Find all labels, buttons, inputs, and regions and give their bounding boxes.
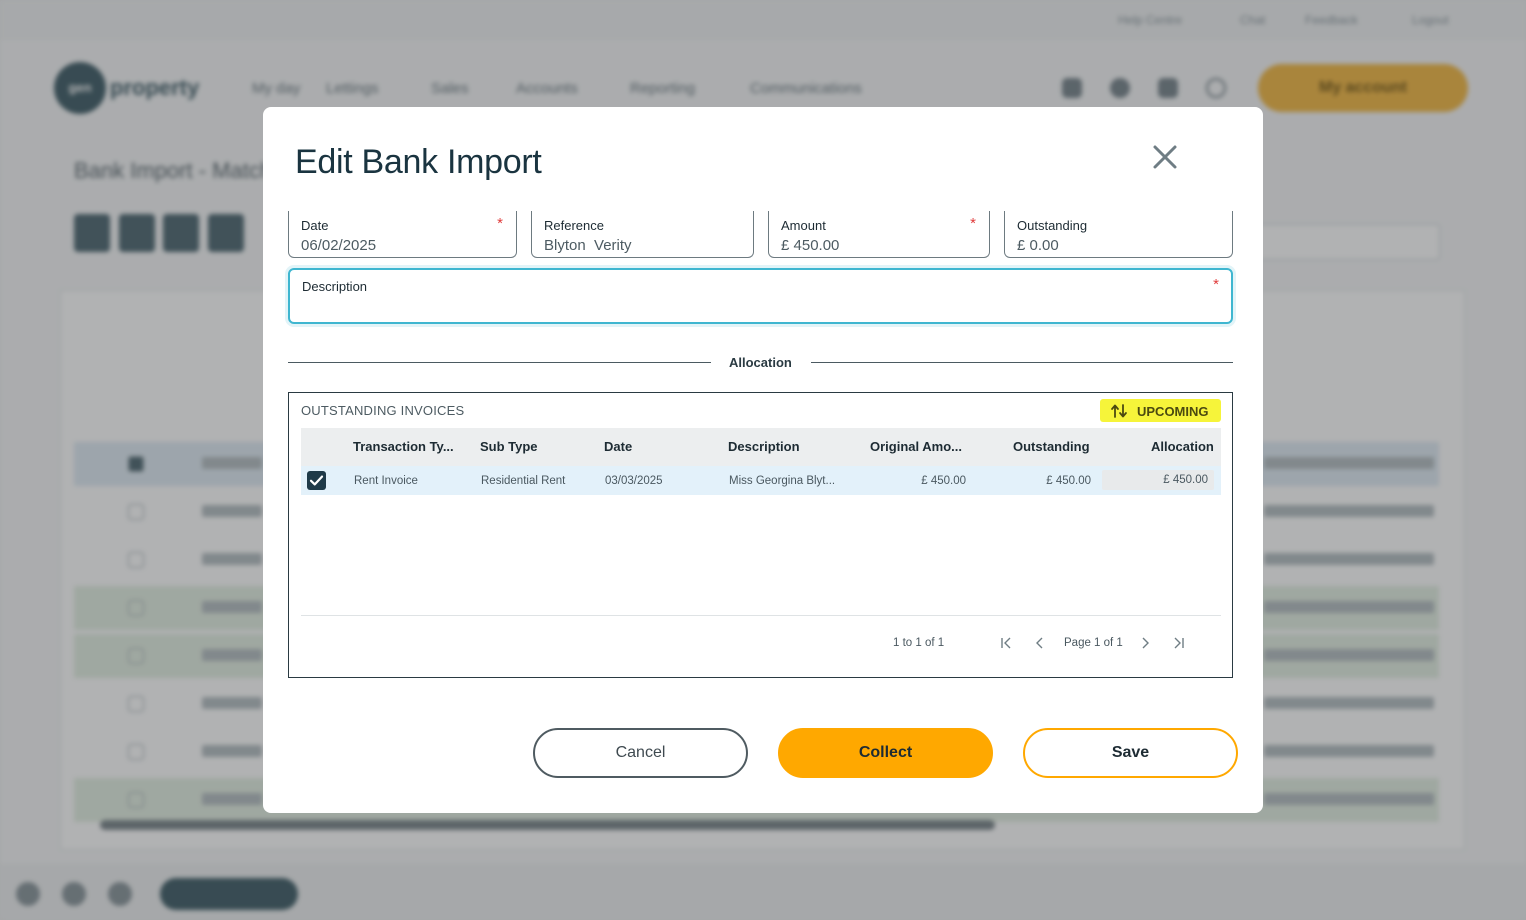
collect-button[interactable]: Collect — [778, 728, 993, 778]
column-original-amount[interactable]: Original Amo... — [870, 439, 962, 454]
column-allocation[interactable]: Allocation — [1151, 439, 1214, 454]
dialog-title: Edit Bank Import — [295, 143, 542, 181]
first-page-icon[interactable] — [999, 636, 1013, 650]
edit-bank-import-dialog: Edit Bank Import Date * 06/02/2025 Refer… — [263, 107, 1263, 813]
cell-outstanding: £ 450.00 — [1046, 475, 1091, 487]
required-mark: * — [970, 215, 976, 232]
upcoming-toggle[interactable]: UPCOMING — [1100, 399, 1221, 422]
pager-page-text: Page 1 of 1 — [1064, 637, 1123, 649]
pager-summary: 1 to 1 of 1 — [893, 637, 945, 649]
amount-value: £ 450.00 — [781, 237, 840, 254]
required-mark: * — [497, 215, 503, 232]
reference-label: Reference — [544, 218, 604, 233]
column-transaction-type[interactable]: Transaction Ty... — [353, 439, 454, 454]
next-page-icon[interactable] — [1138, 636, 1152, 650]
swap-arrows-icon — [1111, 404, 1127, 418]
close-icon[interactable] — [1151, 143, 1179, 171]
column-description[interactable]: Description — [728, 439, 800, 454]
cell-date: 03/03/2025 — [605, 475, 663, 487]
save-button[interactable]: Save — [1023, 728, 1238, 778]
cell-description: Miss Georgina Blyt... — [729, 475, 836, 487]
cell-sub-type: Residential Rent — [481, 475, 566, 487]
row-checkbox[interactable] — [307, 471, 326, 490]
description-field[interactable]: Description * — [288, 268, 1233, 324]
divider-left — [288, 362, 711, 363]
reference-field[interactable]: Reference Blyton Verity — [531, 211, 754, 258]
description-label: Description — [302, 279, 368, 294]
upcoming-label: UPCOMING — [1137, 404, 1209, 419]
outstanding-label: Outstanding — [1017, 218, 1088, 233]
reference-value: Blyton Verity — [544, 237, 632, 254]
allocation-input[interactable]: £ 450.00 — [1102, 470, 1214, 490]
cancel-button[interactable]: Cancel — [533, 728, 748, 778]
column-outstanding[interactable]: Outstanding — [1013, 439, 1090, 454]
outstanding-field[interactable]: Outstanding £ 0.00 — [1004, 211, 1233, 258]
invoice-grid-header: Transaction Ty... Sub Type Date Descript… — [301, 428, 1221, 466]
allocation-heading: Allocation — [729, 355, 792, 370]
table-row[interactable]: Rent Invoice Residential Rent 03/03/2025… — [301, 466, 1221, 495]
cell-original-amount: £ 450.00 — [921, 475, 966, 487]
column-date[interactable]: Date — [604, 439, 632, 454]
required-mark: * — [1213, 276, 1219, 293]
grid-footer-divider — [301, 615, 1221, 616]
outstanding-invoices-panel: OUTSTANDING INVOICES UPCOMING Transactio… — [288, 392, 1233, 678]
divider-right — [811, 362, 1233, 363]
previous-page-icon[interactable] — [1033, 636, 1047, 650]
date-label: Date — [301, 218, 329, 233]
outstanding-value: £ 0.00 — [1017, 237, 1059, 254]
date-field[interactable]: Date * 06/02/2025 — [288, 211, 517, 258]
outstanding-invoices-title: OUTSTANDING INVOICES — [301, 403, 465, 418]
amount-label: Amount — [781, 218, 826, 233]
date-value: 06/02/2025 — [301, 237, 377, 254]
last-page-icon[interactable] — [1172, 636, 1186, 650]
column-sub-type[interactable]: Sub Type — [480, 439, 538, 454]
amount-field[interactable]: Amount * £ 450.00 — [768, 211, 990, 258]
cell-transaction-type: Rent Invoice — [354, 475, 418, 487]
